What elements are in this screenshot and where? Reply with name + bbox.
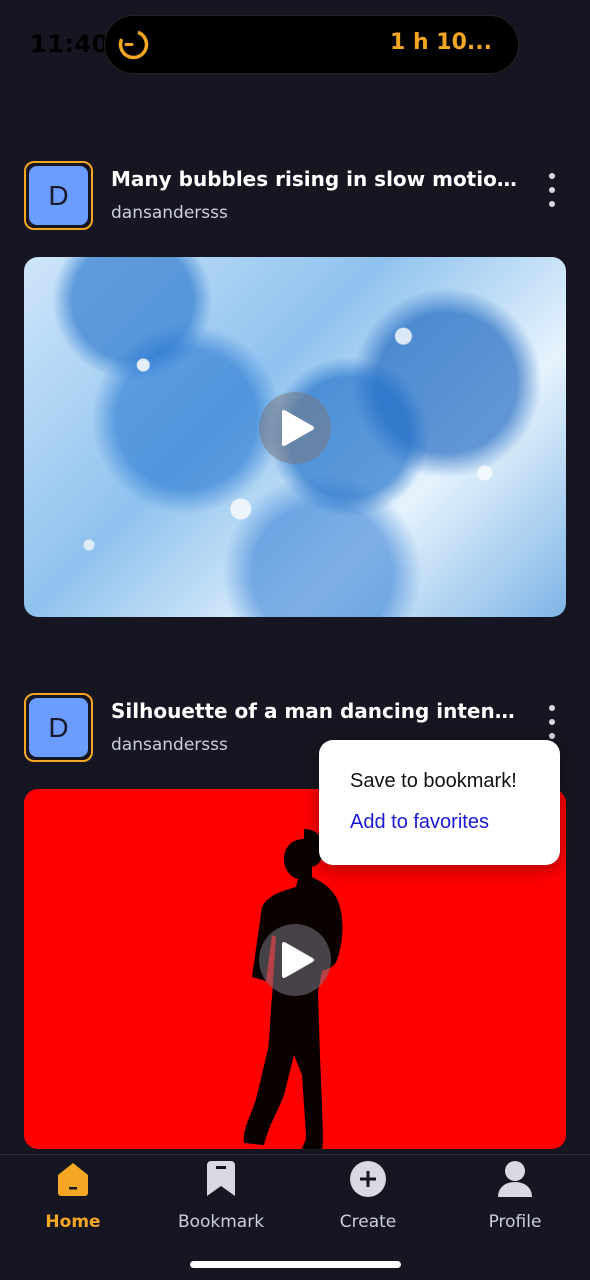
play-button[interactable] [259, 924, 331, 996]
dot [549, 173, 555, 179]
dot [549, 201, 555, 207]
home-indicator[interactable] [190, 1261, 401, 1268]
activity-text: 1 h 10... [390, 30, 492, 55]
dynamic-island[interactable]: 1 h 10... [105, 16, 518, 73]
nav-create[interactable]: Create [303, 1155, 433, 1255]
video-author[interactable]: dansandersss [111, 735, 228, 755]
more-options-button[interactable] [542, 705, 562, 739]
avatar-letter: D [29, 698, 88, 757]
video-title[interactable]: Silhouette of a man dancing intensel... [111, 699, 521, 723]
nav-home[interactable]: Home [8, 1155, 138, 1255]
avatar[interactable]: D [24, 161, 93, 230]
nav-label: Bookmark [177, 1212, 265, 1232]
nav-label: Home [45, 1212, 101, 1232]
nav-label: Create [339, 1212, 397, 1232]
user-icon [496, 1160, 534, 1198]
video-author[interactable]: dansandersss [111, 203, 228, 223]
video-thumbnail[interactable] [24, 257, 566, 617]
dot [549, 705, 555, 711]
dot [549, 733, 555, 739]
avatar[interactable]: D [24, 693, 93, 762]
home-icon [54, 1160, 92, 1198]
avatar-letter: D [29, 166, 88, 225]
options-popup: Save to bookmark! Add to favorites [319, 740, 560, 865]
timer-icon [118, 29, 149, 60]
nav-profile[interactable]: Profile [450, 1155, 580, 1255]
bookmark-icon [202, 1160, 240, 1198]
video-title[interactable]: Many bubbles rising in slow motion i... [111, 167, 521, 191]
save-to-bookmark-option[interactable]: Save to bookmark! [350, 770, 517, 793]
play-icon [281, 410, 314, 446]
more-options-button[interactable] [542, 173, 562, 207]
add-to-favorites-option[interactable]: Add to favorites [350, 811, 489, 834]
nav-bookmark[interactable]: Bookmark [156, 1155, 286, 1255]
nav-label: Profile [488, 1212, 542, 1232]
feed-card: D Many bubbles rising in slow motion i..… [24, 161, 566, 621]
play-button[interactable] [259, 392, 331, 464]
plus-circle-icon [349, 1160, 387, 1198]
dot [549, 719, 555, 725]
play-icon [281, 942, 314, 978]
status-time: 11:40 [30, 30, 109, 58]
dot [549, 187, 555, 193]
